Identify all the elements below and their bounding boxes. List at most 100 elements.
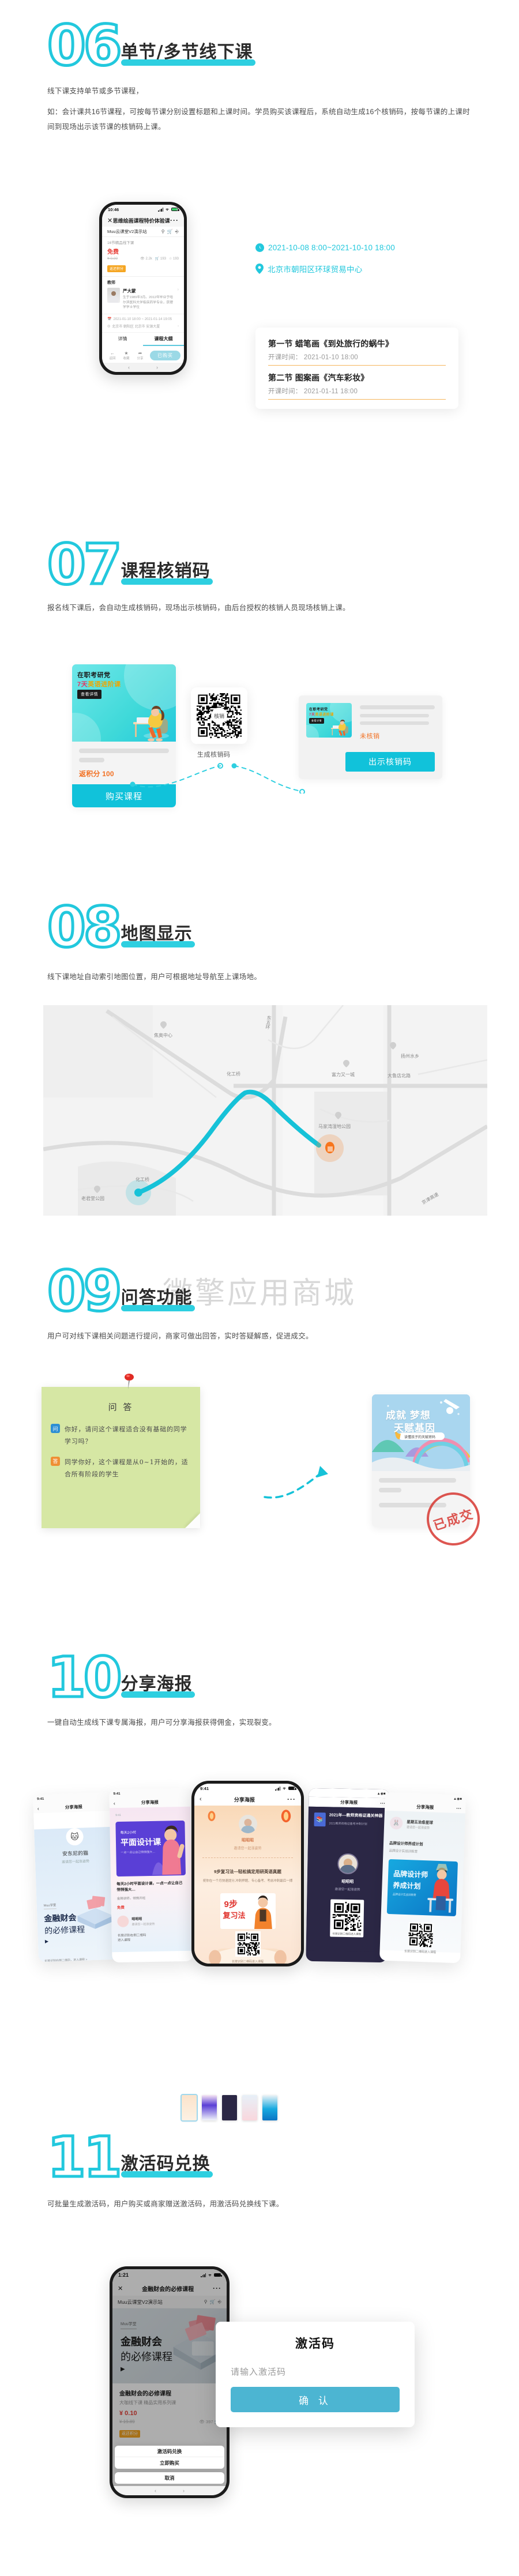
shop-name: Muu云课堂V2演示站 [107,229,147,234]
poster-cover-line-2: 养成计划 [393,1881,421,1890]
nav-forward-icon[interactable]: › [156,364,158,370]
poi-icon [160,1021,167,1029]
thumbnail-5[interactable] [262,2095,277,2120]
action-back[interactable]: ← 返回 [106,351,119,360]
sheet-item-redeem[interactable]: 激活码兑换 [115,2446,224,2457]
map-label: 大鲁店北路 [388,1073,411,1078]
poster-header: 📚 2021年—教师资格证通关神器 2021教师资格证备考冲刺计划 [314,1812,383,1827]
map-label: 老君堂公园 [81,1196,104,1201]
section-07-title: 课程核销码 [121,561,210,581]
address-row[interactable]: ◎ 北京市 朝阳区 北京市 安源大厦 › [107,324,179,329]
poster-qr-tip: 长按识别二维码进入课程 [231,1960,264,1964]
qa-note-title: 问 答 [108,1402,134,1412]
status-time: 9:41 [113,1792,121,1796]
more-icon[interactable]: ··· [287,1795,296,1803]
list-item[interactable]: 第二节 图案画《汽车彩妆》 开课时间： 2021-01-11 18:00 [268,372,446,400]
buy-course-button[interactable]: 购买课程 [72,784,176,807]
promo-detail-button[interactable]: 查看详情 [309,718,324,724]
promo-line-1: 在职考研党 [309,708,328,712]
poster-illustration [152,1825,185,1875]
poster-thumbnail-strip[interactable] [180,2094,277,2122]
sheet-item-buy[interactable]: 立即购买 [115,2457,224,2469]
poster-cover-line-3: 品牌设计实战训练营 [392,1893,416,1897]
section-08-desc: 线下课地址自动索引地图位置，用户可根据地址导航至上课场地。 [47,973,262,981]
deal-stamp-text: 已成交 [431,1506,476,1533]
poster-card-5[interactable]: ▲◉■ 分享海报 ··· 🐰 星期五治愈星球 邀请您一起涨姿势 品牌设计师养成计划… [379,1792,467,1964]
poster-course-title: 每天2小时平面设计课，一点一点让自己悄悄强大… [116,1881,183,1893]
cover-ribbon-text: 读懂孩子的天赋密码 [404,1436,436,1439]
map-canvas [43,1005,487,1216]
battery-icon [288,1787,296,1790]
section-07-number: 07 [46,532,124,597]
play-icon[interactable]: ▶ [45,1939,48,1944]
star-count: ☆ 193 [168,257,179,261]
course-cover-thumb: 在职考研党 7天英语进阶课 查看详情 [306,703,352,738]
more-icon[interactable]: ··· [456,1805,461,1811]
thumbnail-1[interactable] [180,2094,198,2122]
question-text: 你好，请问这个课程适合没有基础的同学学习吗？ [65,1426,187,1446]
confirm-button[interactable]: 确 认 [231,2387,400,2412]
poster-phone-center: 9:41 ‹ 分享海报 ··· 昭昭昭 邀请您一起涨姿势 9步复习法—轻松搞定用… [191,1781,304,1966]
activation-phone: 1:21 ✕ 金融财会的必修课程 ··· Muu云课堂V2演示站 ⚲ 🛒 ⎆ M… [110,2266,230,2498]
purchased-button[interactable]: 已购买 [150,351,180,360]
thumbnail-2[interactable] [202,2095,217,2120]
poster-headline: 9步复习法—轻松搞定用研英语真题 [214,1869,281,1874]
poster-cover: 每天2小时 平面设计课 一点一点让自己悄悄强大… [115,1820,186,1877]
close-icon[interactable]: ✕ [107,217,112,224]
poster-user-name: 星期五治愈星球 [407,1819,433,1825]
section-09-number: 09 [46,1259,124,1323]
qr-code [408,1922,434,1947]
lantern-icon [208,1811,216,1821]
teacher-name: 严大蒙 [123,288,136,294]
chevron-right-icon[interactable]: › [178,288,179,292]
dialog-title: 激活码 [295,2337,335,2351]
thumbnail-3[interactable] [222,2095,237,2120]
map-view[interactable]: 焦奥中心 化工桥 东五环 扬州水乡 富力又一城 大鲁店北路 马家湾湿地公园 老君… [43,1005,487,1216]
tab-detail[interactable]: 详情 [102,333,143,346]
nav-back-icon[interactable]: ‹ [155,2488,156,2494]
section-06-desc-1: 线下课支持单节或多节课程， [47,87,144,95]
promo-detail-button[interactable]: 查看详情 [77,690,101,699]
tab-outline[interactable]: 课程大纲 [143,333,184,347]
poster-brand: Muu学堂 [43,1902,57,1909]
location-icon: ◎ [107,325,111,329]
course-price-old: ¥ 0.00 [107,257,118,261]
signal-icon [158,208,163,212]
back-icon[interactable]: ‹ [37,1806,39,1811]
action-favorite[interactable]: ★ 收藏 [119,351,133,360]
lesson-schedule-card: 第一节 蜡笔画《到处旅行的蜗牛》 开课时间： 2021-01-10 18:00 … [255,328,458,409]
event-time-line: 2021-10-08 8:00~2021-10-10 18:00 [255,243,395,252]
back-icon[interactable]: ‹ [114,1800,115,1806]
section-06-number: 06 [46,13,124,78]
poster-card-1[interactable]: 9:41 ‹ 分享海报 🐱 安东尼的猫 邀请您一起涨姿势 Muu学堂 金融财会 的… [32,1792,120,1962]
nav-forward-icon[interactable]: › [183,2488,185,2494]
cart-icon[interactable]: 🛒 [167,229,173,234]
poster-user-sub: 邀请您一起涨姿势 [334,1887,360,1892]
schedule-row: 📅 2021-01-10 18:00 ~ 2021-01-14 19:05 [107,317,172,322]
nav-back-icon[interactable]: ‹ [128,364,130,370]
poi-icon [343,1060,349,1067]
search-icon[interactable]: ⚲ [161,229,165,234]
map-poi-label: 化工桥 [136,1177,149,1182]
poster-person [254,1896,272,1930]
user-icon[interactable]: ⎆ [175,229,179,235]
sheet-item-cancel[interactable]: 取消 [115,2472,224,2484]
section-08-number: 08 [46,895,124,960]
teacher-desc: 生于1989年3月。2012年毕业于哈尔滨医科大学临床药学专业，获理学学士学位 [123,296,173,310]
more-icon[interactable]: ··· [170,216,179,224]
status-time: 10:46 [108,206,119,212]
activation-code-input[interactable]: 请输入激活码 [231,2366,400,2378]
show-voucher-button[interactable]: 出示核销码 [345,752,435,772]
course-price-free: 免费 [107,249,119,255]
poster-qr-tip: 长按识别右侧二维码，进入课程 > [44,1958,88,1962]
section-06-desc-2: 如：会计课共16节课程，可按每节课分别设置标题和上课时间。学员购买该课程后，系统… [47,108,471,131]
landing-page: 06 单节/多节线下课 线下课支持单节或多节课程， 如：会计课共16节课程，可按… [0,0,519,2576]
list-item[interactable]: 第一节 蜡笔画《到处旅行的蜗牛》 开课时间： 2021-01-10 18:00 [268,338,446,366]
poster-headline-1: 金融财会 [44,1913,77,1923]
action-sheet: 激活码兑换 立即购买 [115,2446,224,2469]
thumbnail-4[interactable] [242,2095,257,2120]
action-share[interactable]: ➦ 分享 [133,351,147,360]
poster-card-4[interactable]: ▲◉■ 分享海报 ··· 📚 2021年—教师资格证通关神器 2021教师资格证备… [306,1788,390,1963]
chevron-right-icon[interactable]: › [178,325,179,328]
poster-card-2[interactable]: 9:41 ‹ 分享海报 9:41 每天2小时 平面设计课 一点一点让自己悄悄强大…… [109,1788,193,1963]
